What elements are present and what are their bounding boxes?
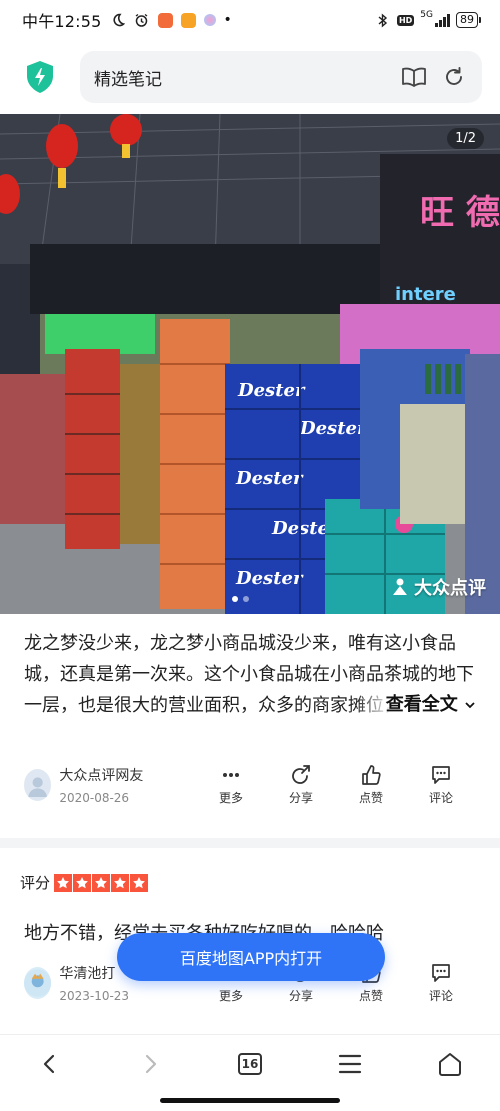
home-indicator[interactable]	[160, 1098, 340, 1103]
carousel-dot[interactable]	[243, 596, 249, 602]
photo-counter: 1/2	[447, 128, 484, 149]
share-label: 分享	[288, 791, 313, 805]
comment-icon	[432, 964, 450, 982]
more-notifications-dot: •	[223, 12, 232, 28]
store-photo[interactable]: 旺 德 intere Dester Dester Dester Dester Des…	[0, 114, 500, 614]
review-date: 2023-10-23	[59, 989, 130, 1003]
tabs-count: 16	[238, 1052, 262, 1075]
svg-text:Dester: Dester	[235, 468, 304, 489]
rating-row: 评分	[0, 848, 500, 893]
review-text-container[interactable]: 龙之梦没少来，龙之梦小商品城没少来，唯有这小食品城，还真是第一次来。这个小食品城…	[0, 620, 500, 726]
top-bar: 精选笔记	[0, 40, 500, 114]
reader-mode-icon[interactable]	[400, 63, 428, 91]
more-label: 更多	[218, 791, 243, 805]
page-title: 精选笔记	[94, 69, 162, 90]
default-avatar-icon	[28, 777, 48, 797]
hamburger-menu-icon	[338, 1054, 362, 1073]
signal-icon	[435, 13, 450, 27]
hd-badge: HD	[396, 14, 415, 26]
carousel-dot[interactable]	[232, 596, 238, 602]
tabs-button[interactable]: 16	[220, 1039, 280, 1089]
carousel-dots	[232, 596, 249, 602]
thumbs-up-icon	[362, 765, 381, 785]
star-icon	[111, 873, 130, 892]
share-button[interactable]: 分享	[266, 764, 336, 806]
home-icon	[439, 1052, 461, 1076]
home-button[interactable]	[420, 1039, 480, 1089]
chevron-down-icon	[465, 702, 475, 709]
chevron-left-icon	[43, 1054, 55, 1073]
star-icon	[92, 873, 111, 892]
back-button[interactable]	[20, 1039, 80, 1089]
star-icon	[130, 873, 149, 892]
open-in-app-button[interactable]: 百度地图APP内打开	[117, 933, 385, 981]
status-bar: 中午12:55 • HD 5G 89	[0, 0, 500, 40]
more-label: 更多	[218, 989, 243, 1003]
comment-button[interactable]: 评论	[406, 764, 476, 806]
star-icon	[73, 873, 92, 892]
battery-indicator: 89	[456, 12, 481, 28]
app-notification-icon	[180, 12, 196, 28]
watermark-text: 大众点评	[414, 578, 486, 599]
alarm-icon	[134, 12, 150, 28]
status-right: HD 5G 89	[375, 10, 481, 28]
review-actions: 更多 分享 点赞 评论	[196, 764, 476, 806]
forward-button[interactable]	[120, 1039, 180, 1089]
like-button[interactable]: 点赞	[336, 764, 406, 806]
chevron-right-icon	[145, 1054, 157, 1073]
rating-label: 评分	[20, 874, 51, 892]
like-label: 点赞	[358, 791, 383, 805]
more-dots-icon	[223, 773, 239, 777]
app-notification-icon	[157, 12, 173, 28]
avatar[interactable]	[24, 967, 52, 999]
user-meta: 大众点评网友 2020-08-26	[59, 765, 196, 805]
comment-label: 评论	[428, 989, 453, 1003]
status-left: 中午12:55 •	[22, 8, 232, 32]
status-time: 中午12:55	[22, 12, 102, 31]
review-card: 龙之梦没少来，龙之梦小商品城没少来，唯有这小食品城，还真是第一次来。这个小食品城…	[0, 620, 500, 805]
security-shield-icon[interactable]	[18, 55, 62, 99]
star-icon	[54, 873, 73, 892]
svg-text:Dester: Dester	[235, 568, 304, 589]
menu-button[interactable]	[320, 1039, 380, 1089]
read-more-label: 查看全文	[385, 694, 458, 715]
more-button[interactable]: 更多	[196, 764, 266, 806]
user-name[interactable]: 大众点评网友	[59, 765, 196, 785]
review-date: 2020-08-26	[59, 791, 130, 805]
svg-text:旺 德: 旺 德	[420, 193, 500, 233]
watermark: 大众点评	[390, 574, 486, 600]
section-divider	[0, 838, 500, 848]
moon-icon	[110, 12, 126, 28]
avatar[interactable]	[24, 769, 52, 801]
review-card: 评分 地方不错，经常去买各种好吃好喝的，哈哈哈 华清池打 2023-10-23 …	[0, 848, 500, 1003]
share-label: 分享	[288, 989, 313, 1003]
user-avatar-icon	[24, 969, 52, 997]
dianping-logo-icon	[393, 578, 407, 595]
bluetooth-icon	[375, 12, 391, 28]
app-notification-icon	[203, 14, 216, 26]
address-bar[interactable]: 精选笔记	[80, 51, 482, 103]
svg-text:Dester: Dester	[299, 418, 368, 439]
browser-bottom-nav: 16	[0, 1034, 500, 1092]
store-photo-illustration: 旺 德 intere DesterDester DesterDester Des…	[0, 114, 500, 614]
svg-text:Dester: Dester	[237, 380, 306, 401]
read-more-link[interactable]: 查看全文	[355, 689, 476, 720]
refresh-icon[interactable]	[440, 63, 468, 91]
comment-label: 评论	[428, 791, 453, 805]
review-footer: 大众点评网友 2020-08-26 更多 分享 点赞 评论	[0, 760, 500, 810]
network-type: 5G	[420, 10, 433, 20]
share-icon	[292, 765, 310, 784]
like-label: 点赞	[358, 989, 383, 1003]
comment-button[interactable]: 评论	[406, 962, 476, 1004]
comment-icon	[432, 766, 450, 784]
svg-text:intere: intere	[395, 284, 456, 305]
